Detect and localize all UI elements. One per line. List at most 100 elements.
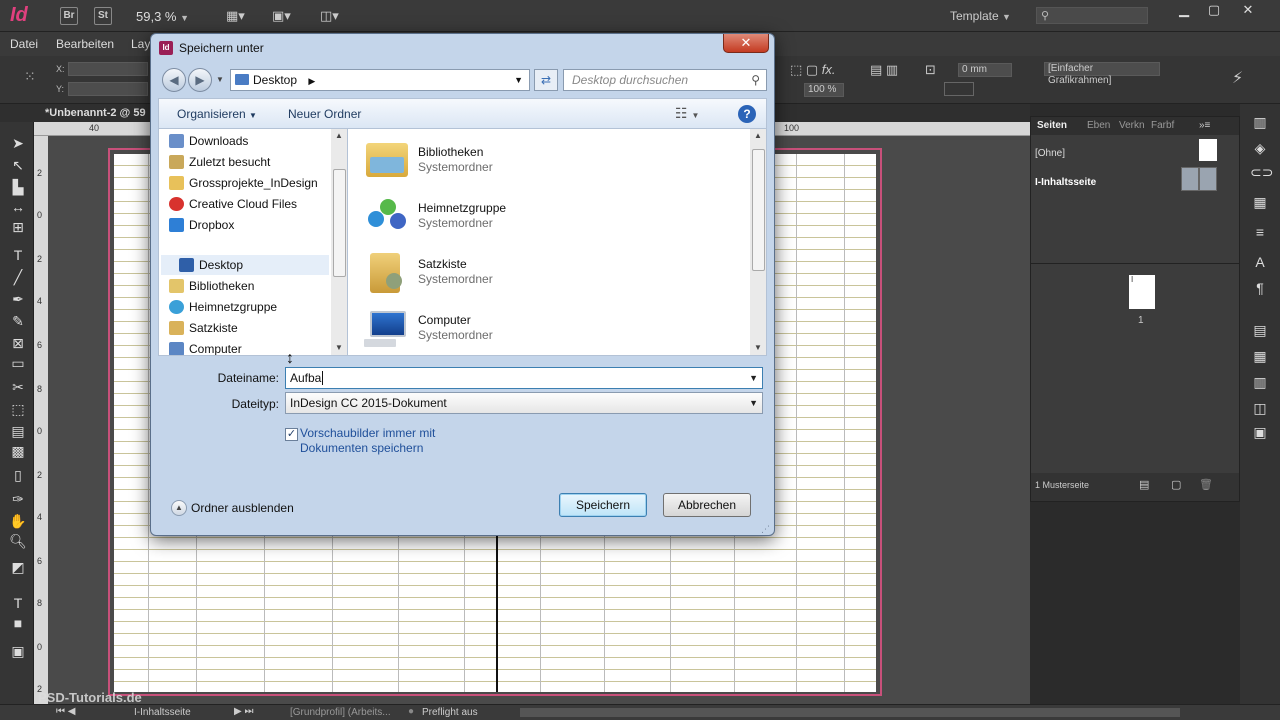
page-nav-icons[interactable]: ⏮ ◀ <box>56 706 75 717</box>
rectangle-tool-icon[interactable]: ▭ <box>8 354 28 372</box>
maximize-button[interactable]: ▢ <box>1200 0 1228 20</box>
new-folder-button[interactable]: Neuer Ordner <box>288 107 361 121</box>
lightning-icon[interactable]: ⚡ <box>1232 68 1243 88</box>
eyedropper-tool-icon[interactable]: ✑ <box>8 490 28 508</box>
master-left-thumbnail[interactable] <box>1181 167 1199 191</box>
address-field[interactable]: Desktop ▶ ▼ <box>230 69 530 91</box>
text-wrap-icon[interactable]: ▣ <box>1250 424 1270 444</box>
nav-item-heimnetzgruppe[interactable]: Heimnetzgruppe <box>169 297 277 317</box>
fill-stroke-icon[interactable]: ◩ <box>8 558 28 576</box>
minimize-button[interactable]: ▁ <box>1170 0 1198 20</box>
workspace-switcher[interactable]: Template ▼ <box>950 9 1011 23</box>
scroll-up-icon[interactable]: ▲ <box>335 131 343 140</box>
screen-mode-tool-icon[interactable]: ▣ <box>8 642 28 660</box>
character-styles-icon[interactable]: A <box>1250 254 1270 274</box>
note-tool-icon[interactable]: ▯ <box>8 466 28 484</box>
transform-icons[interactable]: ⬚ ▢ fx. <box>790 62 836 78</box>
swatches-icon[interactable]: ▦ <box>1250 194 1270 214</box>
forward-button[interactable]: ▶ <box>188 68 212 92</box>
page-tool-icon[interactable]: ▙ <box>8 178 28 196</box>
line-tool-icon[interactable]: ╱ <box>8 268 28 286</box>
cancel-button[interactable]: Abbrechen <box>663 493 751 517</box>
chevron-down-icon[interactable]: ▼ <box>749 393 758 413</box>
save-button[interactable]: Speichern <box>559 493 647 517</box>
reference-point-icon[interactable]: ⁙ <box>24 68 44 88</box>
back-button[interactable]: ◀ <box>162 68 186 92</box>
help-button[interactable]: ? <box>738 105 756 123</box>
resize-grip-icon[interactable]: ⋰ <box>761 524 770 535</box>
tab-farbfelder[interactable]: Farbf <box>1151 120 1174 131</box>
breadcrumb-arrow-icon[interactable]: ▶ <box>308 76 315 86</box>
chevron-down-icon[interactable]: ▼ <box>749 368 758 388</box>
content-collector-icon[interactable]: ⊞ <box>8 218 28 236</box>
gradient-feather-tool-icon[interactable]: ▩ <box>8 442 28 460</box>
apply-color-icon[interactable]: ■ <box>8 614 28 632</box>
search-input[interactable]: Desktop durchsuchen ⚲ <box>563 69 767 91</box>
nav-item-downloads[interactable]: Downloads <box>169 131 248 151</box>
menu-layout[interactable]: Lay <box>131 37 150 51</box>
cell-styles-icon[interactable]: ▦ <box>1250 348 1270 368</box>
direct-selection-tool-icon[interactable]: ↖ <box>8 156 28 174</box>
object-styles-icon[interactable]: ◫ <box>1250 400 1270 420</box>
nav-item-desktop[interactable]: Desktop <box>179 255 243 275</box>
tab-verknuepfungen[interactable]: Verkn <box>1119 120 1145 131</box>
table-styles-icon[interactable]: ▥ <box>1250 374 1270 394</box>
nav-item-creative-cloud[interactable]: Creative Cloud Files <box>169 194 297 214</box>
type-tool-icon[interactable]: T <box>8 246 28 264</box>
file-scrollbar[interactable]: ▲ ▼ <box>750 129 766 355</box>
nav-item-grossprojekte[interactable]: Grossprojekte_InDesign <box>169 173 318 193</box>
table-icon[interactable]: ▤ <box>1250 322 1270 342</box>
preflight-profile[interactable]: [Grundprofil] (Arbeits... <box>290 707 391 718</box>
preview-checkbox-label[interactable]: Vorschaubilder immer mit Dokumenten spei… <box>300 426 440 456</box>
scroll-down-icon[interactable]: ▼ <box>754 343 762 352</box>
arrange-documents-icon[interactable]: ◫▾ <box>320 8 350 24</box>
scroll-up-icon[interactable]: ▲ <box>754 131 762 140</box>
document-tab[interactable]: *Unbenannt-2 @ 59 <box>45 107 146 119</box>
filename-input[interactable]: Aufba ▼ <box>285 367 763 389</box>
fit-frame-icon[interactable]: ⊡ <box>925 62 936 78</box>
nav-scrollbar[interactable]: ▲ ▼ <box>331 129 347 355</box>
master-page-select[interactable]: I-Inhaltsseite <box>134 707 191 718</box>
delete-page-icon[interactable]: 🗑︎ <box>1199 478 1213 491</box>
pages-icon[interactable]: ▥ <box>1250 114 1270 134</box>
filetype-select[interactable]: InDesign CC 2015-Dokument ▼ <box>285 392 763 414</box>
bridge-button[interactable]: Br <box>60 7 78 25</box>
frame-style-select[interactable]: [Einfacher Grafikrahmen] <box>1044 62 1160 86</box>
nav-item-bibliotheken[interactable]: Bibliotheken <box>169 276 254 296</box>
layers-icon[interactable]: ◈ <box>1250 140 1270 160</box>
preview-checkbox[interactable]: ✓ <box>285 428 298 441</box>
pencil-tool-icon[interactable]: ✎ <box>8 312 28 330</box>
selection-tool-icon[interactable]: ➤ <box>8 134 28 152</box>
file-item-heimnetzgruppe[interactable]: Heimnetzgruppe Systemordner <box>418 201 506 230</box>
nav-scroll-thumb[interactable] <box>333 169 346 277</box>
master-none-thumbnail[interactable] <box>1199 139 1217 161</box>
page-next-icons[interactable]: ▶ ⏭ <box>234 706 253 717</box>
app-search-input[interactable]: ⚲ <box>1036 7 1148 24</box>
file-item-satzkiste[interactable]: Satzkiste Systemordner <box>418 257 493 286</box>
dialog-close-button[interactable]: ✕ <box>723 34 769 53</box>
y-position-field[interactable] <box>68 82 148 96</box>
file-item-computer[interactable]: Computer Systemordner <box>418 313 493 342</box>
stock-button[interactable]: St <box>94 7 112 25</box>
x-position-field[interactable] <box>68 62 148 76</box>
organize-button[interactable]: Organisieren ▼ <box>177 107 257 121</box>
paragraph-styles-icon[interactable]: ¶ <box>1250 280 1270 300</box>
view-options-icon[interactable]: ▦▾ <box>226 8 256 24</box>
scissors-tool-icon[interactable]: ✂ <box>8 378 28 396</box>
hide-folders-button[interactable]: Ordner ausblenden <box>191 501 294 515</box>
chevron-down-icon[interactable]: ▼ <box>514 70 523 90</box>
master-inhaltsseite[interactable]: I-Inhaltsseite <box>1035 177 1096 188</box>
tab-ebenen[interactable]: Eben <box>1087 120 1110 131</box>
opacity-field[interactable]: 100 % <box>804 83 844 97</box>
stroke-style-select[interactable] <box>944 82 974 96</box>
nav-item-dropbox[interactable]: Dropbox <box>169 215 234 235</box>
stroke-icon[interactable]: ≡ <box>1250 224 1270 244</box>
stroke-weight-field[interactable]: 0 mm <box>958 63 1012 77</box>
preflight-status[interactable]: Preflight aus <box>422 707 478 718</box>
file-scroll-thumb[interactable] <box>752 149 765 271</box>
zoom-level[interactable]: 59,3 % ▼ <box>136 9 189 24</box>
master-right-thumbnail[interactable] <box>1199 167 1217 191</box>
view-options-icon[interactable]: ☷ ▼ <box>675 105 699 122</box>
collapse-folders-icon[interactable]: ▲ <box>171 500 187 516</box>
nav-item-recent[interactable]: Zuletzt besucht <box>169 152 270 172</box>
